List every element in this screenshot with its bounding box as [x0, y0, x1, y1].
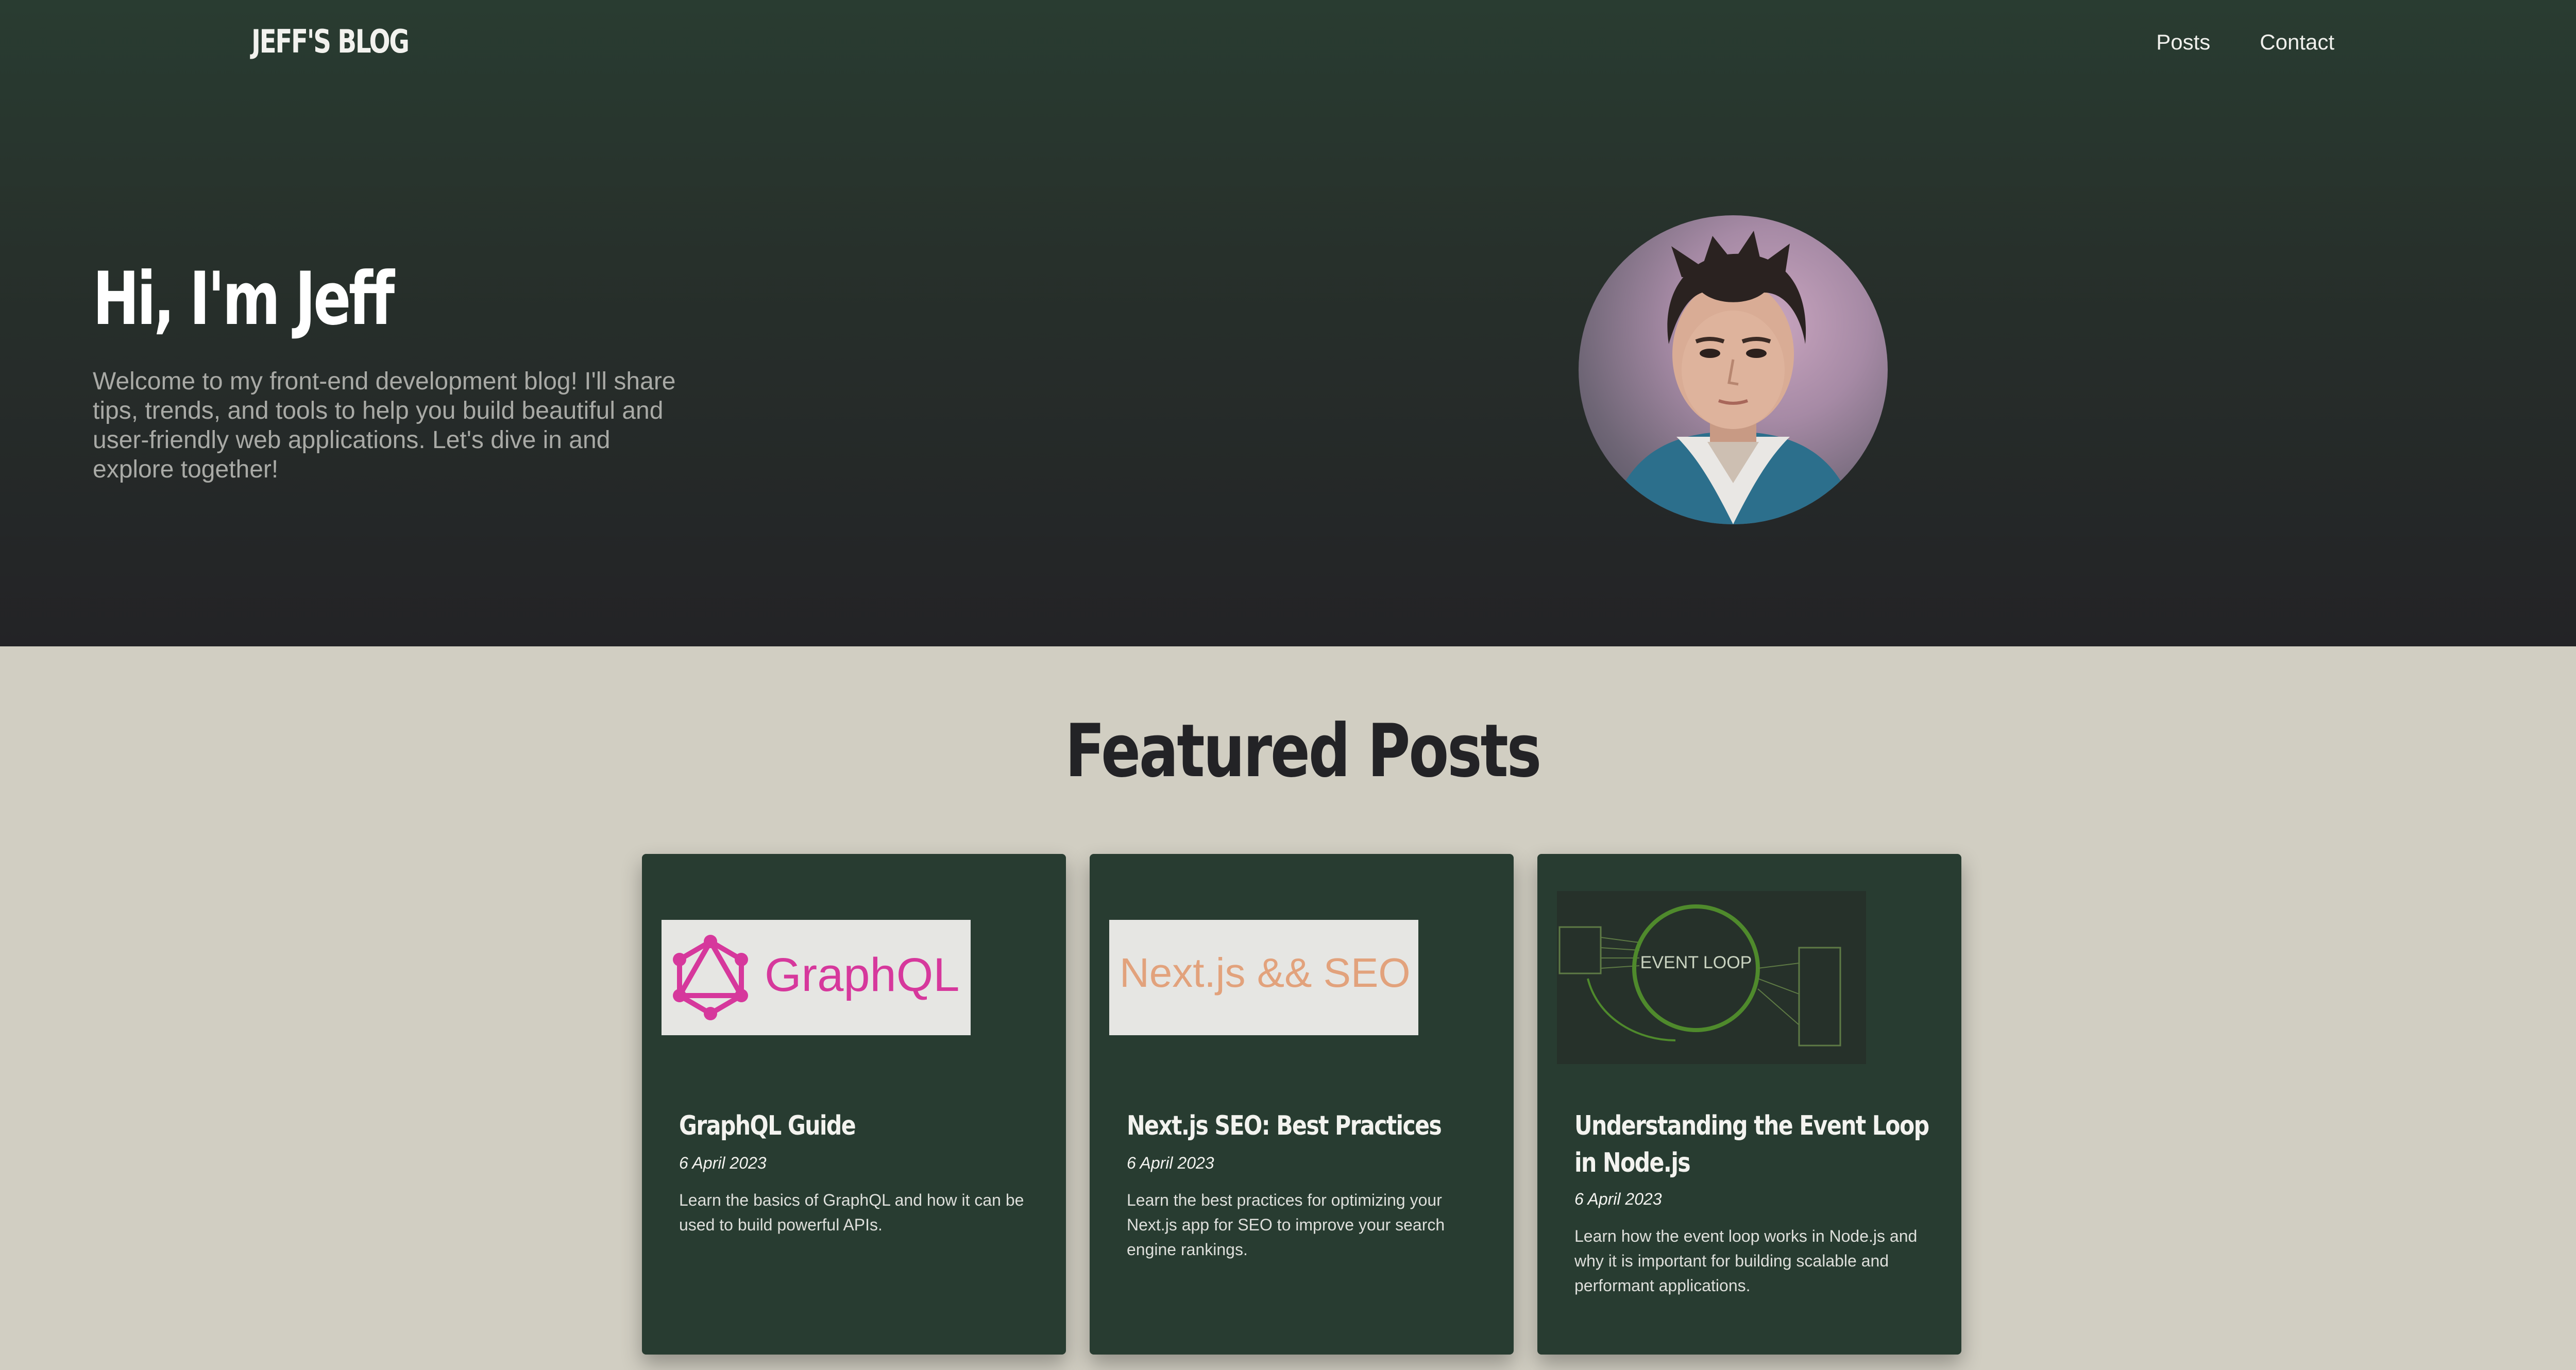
post-excerpt: Learn the best practices for optimizing … [1127, 1191, 1445, 1259]
post-thumbnail: EVENT LOOP [1557, 891, 1866, 1064]
post-date: 6 April 2023 [1127, 1154, 1214, 1172]
post-card-event-loop[interactable]: EVENT LOOP Understanding the Event Loop … [1537, 854, 1961, 1355]
nextjs-seo-banner-icon: Next.js && SEO [1120, 950, 1411, 996]
avatar [1579, 215, 1888, 524]
post-title[interactable]: GraphQL Guide [679, 1107, 1042, 1144]
post-thumbnail: GraphQL [662, 920, 971, 1035]
post-thumbnail: Next.js && SEO [1109, 920, 1418, 1035]
post-card-nextjs-seo[interactable]: Next.js && SEO Next.js SEO: Best Practic… [1090, 854, 1514, 1355]
graphql-logo-icon: GraphQL [673, 935, 959, 1020]
post-card-graphql[interactable]: GraphQL GraphQL Guide 6 April 2023 Learn… [642, 854, 1066, 1355]
post-date: 6 April 2023 [679, 1154, 767, 1172]
svg-text:Next.js && SEO: Next.js && SEO [1120, 950, 1411, 996]
post-excerpt: Learn how the event loop works in Node.j… [1574, 1227, 1918, 1295]
svg-text:GraphQL: GraphQL [765, 949, 959, 1001]
avatar-portrait-image [1579, 231, 1888, 524]
post-date: 6 April 2023 [1574, 1190, 1662, 1208]
nav-link-posts[interactable]: Posts [2156, 30, 2210, 55]
post-title[interactable]: Understanding the Event Loop in Node.js [1574, 1107, 1938, 1181]
post-excerpt: Learn the basics of GraphQL and how it c… [679, 1191, 1024, 1234]
hero-intro: Welcome to my front-end development blog… [93, 368, 676, 483]
svg-text:EVENT LOOP: EVENT LOOP [1640, 953, 1752, 972]
post-title[interactable]: Next.js SEO: Best Practices [1127, 1107, 1490, 1144]
main-nav: Posts Contact [2156, 30, 2334, 55]
event-loop-diagram-icon: EVENT LOOP [1558, 904, 1841, 1047]
featured-posts-heading: Featured Posts [1065, 709, 1541, 794]
site-logo[interactable]: JEFF'S BLOG [251, 23, 410, 60]
hero-title: Hi, I'm Jeff [93, 256, 395, 341]
hero-section: JEFF'S BLOG Posts Contact Hi, I'm Jeff W… [0, 0, 2576, 646]
nav-link-contact[interactable]: Contact [2260, 30, 2334, 55]
